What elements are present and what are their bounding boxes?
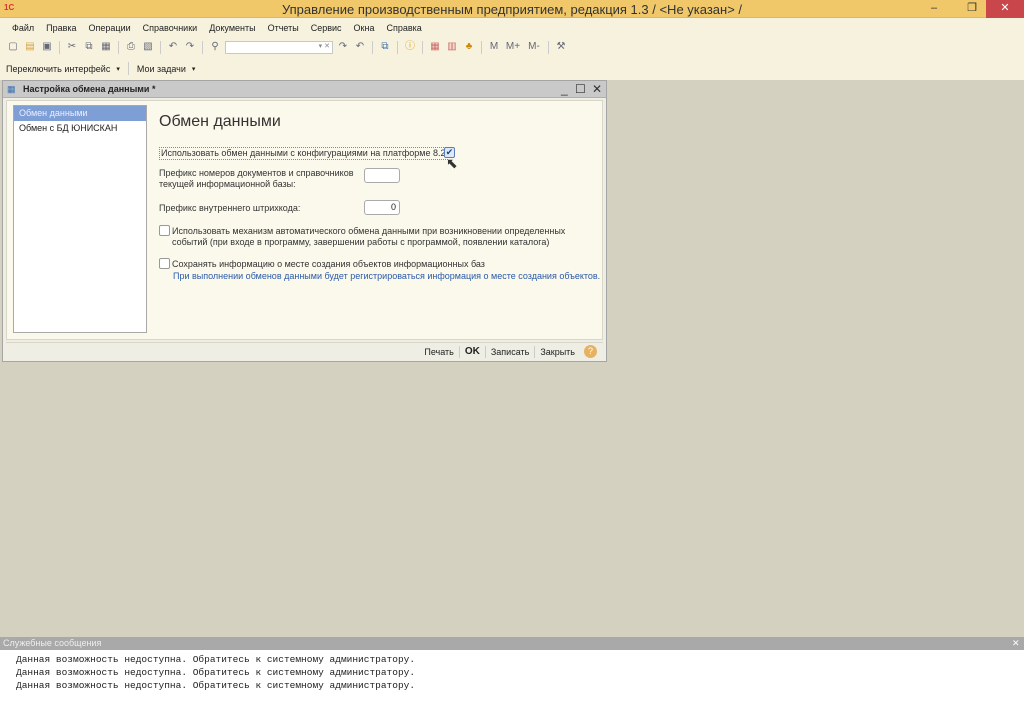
messages-list: Данная возможность недоступна. Обратитес… [16, 653, 415, 692]
menu-help[interactable]: Справка [380, 22, 427, 36]
exchange-settings-form: ▦ Настройка обмена данными * _ ☐ ✕ Обмен… [2, 80, 607, 362]
title-bar: 1С Управление производственным предприят… [0, 0, 1024, 18]
menu-catalogs[interactable]: Справочники [137, 22, 204, 36]
form-header: ▦ Настройка обмена данными * _ ☐ ✕ [3, 81, 606, 98]
menu-windows[interactable]: Окна [348, 22, 381, 36]
ok-button[interactable]: OK [458, 345, 485, 358]
minimize-button[interactable]: – [920, 0, 948, 18]
secondary-toolbar: Переключить интерфейс ▾ Мои задачи ▾ [6, 62, 196, 75]
message-item: Данная возможность недоступна. Обратитес… [16, 654, 416, 665]
messages-header: Служебные сообщения ✕ [0, 637, 1024, 650]
copy-icon[interactable]: ⧉ [82, 40, 96, 54]
form-footer: Печать OK Записать Закрыть ? [6, 342, 603, 360]
memory-plus-button[interactable]: M+ [504, 40, 522, 54]
form-close-button[interactable]: ✕ [592, 82, 602, 96]
new-icon[interactable]: ▢ [6, 40, 20, 54]
form-body: Обмен данными Обмен с БД ЮНИСКАН Обмен д… [6, 100, 603, 340]
switch-interface-button[interactable]: Переключить интерфейс [6, 64, 110, 74]
paste-icon[interactable]: ▦ [99, 40, 113, 54]
message-item: Данная возможность недоступна. Обратитес… [16, 667, 416, 678]
section-exchange[interactable]: Обмен данными [14, 106, 146, 121]
open-icon[interactable]: ▤ [23, 40, 37, 54]
menu-file[interactable]: Файл [6, 22, 40, 36]
close-form-button[interactable]: Закрыть [534, 345, 580, 358]
memory-m-button[interactable]: M [487, 40, 501, 54]
messages-panel: Служебные сообщения ✕ Данная возможность… [0, 637, 1024, 704]
form-title: Настройка обмена данными * [23, 84, 156, 94]
redo-icon[interactable]: ↷ [183, 40, 197, 54]
preview-icon[interactable]: ▧ [141, 40, 155, 54]
cut-icon[interactable]: ✂ [65, 40, 79, 54]
settings-icon[interactable]: ⚒ [554, 40, 568, 54]
info-icon[interactable]: ⓘ [403, 40, 417, 54]
form-icon: ▦ [7, 84, 16, 94]
menu-bar: Файл Правка Операции Справочники Докумен… [6, 22, 428, 36]
write-button[interactable]: Записать [484, 345, 534, 358]
barcode-prefix-label: Префикс внутреннего штрихкода: [159, 203, 301, 213]
help-icon[interactable]: ? [584, 345, 597, 358]
print-button[interactable]: Печать [419, 346, 458, 358]
window-title: Управление производственным предприятием… [281, 2, 743, 17]
search-input[interactable]: ▾ ✕ [225, 40, 333, 54]
menu-reports[interactable]: Отчеты [262, 22, 305, 36]
calendar-icon[interactable]: ▥ [445, 40, 459, 54]
close-button[interactable]: ✕ [986, 0, 1024, 18]
section-heading: Обмен данными [159, 113, 281, 130]
menu-documents[interactable]: Документы [203, 22, 261, 36]
use-82-label[interactable]: Использовать обмен данными с конфигураци… [159, 147, 448, 160]
memory-minus-button[interactable]: M- [525, 40, 543, 54]
menu-operations[interactable]: Операции [83, 22, 137, 36]
restore-button[interactable]: ❐ [958, 0, 986, 18]
messages-close-button[interactable]: ✕ [1012, 637, 1020, 650]
print-icon[interactable]: ⎙ [124, 40, 138, 54]
save-icon[interactable]: ▣ [40, 40, 54, 54]
message-item: Данная возможность недоступна. Обратитес… [16, 680, 416, 691]
auto-exchange-checkbox[interactable] [159, 225, 170, 236]
prefix-label: Префикс номеров документов и справочнико… [159, 168, 354, 189]
form-minimize-button[interactable]: _ [561, 82, 568, 96]
save-origin-label[interactable]: Сохранять информацию о месте создания об… [172, 259, 485, 270]
section-uniscan[interactable]: Обмен с БД ЮНИСКАН [14, 121, 146, 136]
my-tasks-button[interactable]: Мои задачи [137, 64, 186, 74]
search-next-icon[interactable]: ↷ [336, 40, 350, 54]
search-prev-icon[interactable]: ↶ [353, 40, 367, 54]
menu-service[interactable]: Сервис [305, 22, 348, 36]
calculator-icon[interactable]: ▦ [428, 40, 442, 54]
save-origin-checkbox[interactable] [159, 258, 170, 269]
windows-icon[interactable]: ⧉ [378, 40, 392, 54]
form-maximize-button[interactable]: ☐ [575, 82, 586, 96]
barcode-prefix-input[interactable]: 0 [364, 200, 400, 215]
auto-exchange-label[interactable]: Использовать механизм автоматического об… [172, 226, 572, 248]
messages-title: Служебные сообщения [3, 638, 102, 648]
users-icon[interactable]: ♣ [462, 40, 476, 54]
dropdown-icon[interactable]: ▾ ✕ [319, 42, 330, 50]
search-icon[interactable]: ⚲ [208, 40, 222, 54]
section-list: Обмен данными Обмен с БД ЮНИСКАН [13, 105, 147, 333]
menu-edit[interactable]: Правка [40, 22, 82, 36]
save-origin-hint: При выполнении обменов данными будет рег… [173, 271, 601, 281]
toolbar: ▢ ▤ ▣ ✂ ⧉ ▦ ⎙ ▧ ↶ ↷ ⚲ ▾ ✕ ↷ ↶ ⧉ ⓘ ▦ ▥ ♣ … [6, 39, 568, 55]
undo-icon[interactable]: ↶ [166, 40, 180, 54]
prefix-input[interactable] [364, 168, 400, 183]
mouse-cursor-icon: ⬉ [446, 155, 458, 171]
